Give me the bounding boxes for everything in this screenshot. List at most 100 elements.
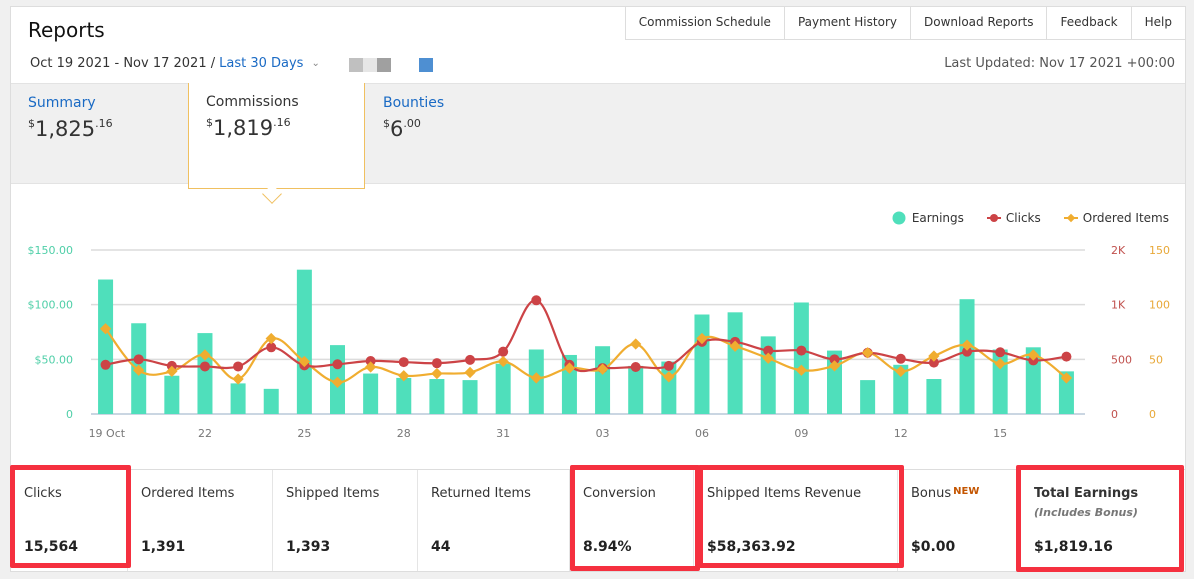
metric-value: 1,393: [286, 539, 331, 555]
tab-summary[interactable]: Summary $1,825.16: [11, 84, 188, 185]
y-left-tick-label: 0: [66, 408, 73, 421]
metric-value: 1,391: [141, 539, 186, 555]
metrics-row: Clicks 15,564 Ordered Items 1,391 Shippe…: [11, 469, 1185, 571]
swatch-gray: [349, 58, 363, 72]
x-tick-label: 12: [894, 427, 908, 440]
clicks-point: [398, 357, 409, 368]
ordered-items-point: [630, 338, 642, 350]
x-tick-label: 31: [496, 427, 510, 440]
nav-feedback[interactable]: Feedback: [1047, 6, 1132, 39]
legend-earnings[interactable]: Earnings: [892, 211, 964, 225]
earnings-bar: [926, 379, 942, 414]
clicks-line: [105, 299, 1067, 373]
metric-label: Bonus NEW: [911, 486, 980, 501]
x-tick-label: 25: [297, 427, 311, 440]
clicks-line-dot-icon: [986, 214, 1001, 222]
earnings-bar: [462, 380, 478, 414]
nav-download-reports[interactable]: Download Reports: [911, 6, 1048, 39]
ordered-items-point: [265, 332, 277, 345]
y-left-tick-label: $50.00: [35, 353, 74, 366]
clicks-point: [995, 347, 1006, 358]
tab-commissions[interactable]: Commissions $1,819.16: [188, 83, 365, 189]
x-tick-label: 28: [397, 427, 411, 440]
clicks-point: [1061, 351, 1072, 362]
y-right-clicks-tick-label: 0: [1111, 408, 1118, 421]
earnings-dot-icon: [892, 211, 906, 225]
clicks-point: [133, 354, 144, 365]
metric-sublabel: (Includes Bonus): [1034, 506, 1138, 519]
metric-returned-items: Returned Items 44: [418, 470, 570, 571]
y-left-tick-label: $150.00: [28, 244, 74, 257]
x-tick-label: 09: [794, 427, 808, 440]
clicks-point: [895, 353, 906, 364]
earnings-bar: [860, 380, 876, 414]
y-right-ordered-tick-label: 50: [1149, 353, 1163, 366]
nav-help[interactable]: Help: [1132, 6, 1186, 39]
metric-ordered-items: Ordered Items 1,391: [128, 470, 273, 571]
metric-label: Returned Items: [431, 486, 531, 501]
metric-label: Clicks: [24, 486, 62, 501]
clicks-point: [498, 346, 509, 357]
earnings-bar: [363, 373, 379, 414]
clicks-point: [465, 354, 476, 365]
legend-clicks[interactable]: Clicks: [986, 211, 1041, 225]
metric-value: 8.94%: [583, 539, 632, 555]
last-updated: Last Updated: Nov 17 2021 +00:00: [944, 56, 1175, 71]
earnings-bar: [296, 269, 312, 414]
x-tick-label: 06: [695, 427, 709, 440]
earnings-bar: [694, 314, 710, 414]
nav-commission-schedule[interactable]: Commission Schedule: [626, 6, 785, 39]
tab-bounties[interactable]: Bounties $6.00: [366, 84, 543, 185]
date-range-dropdown[interactable]: Last 30 Days: [219, 56, 303, 71]
tab-bounties-label: Bounties: [383, 95, 445, 111]
metric-bonus: Bonus NEW $0.00: [898, 470, 1021, 571]
y-right-ordered-tick-label: 100: [1149, 299, 1170, 312]
earnings-bar: [429, 379, 445, 414]
ordered-items-point: [232, 373, 244, 385]
redacted-swatches: [349, 58, 433, 72]
y-right-clicks-tick-label: 500: [1111, 353, 1132, 366]
metric-clicks: Clicks 15,564: [11, 470, 128, 571]
metric-total-earnings: Total Earnings (Includes Bonus) $1,819.1…: [1021, 470, 1185, 571]
chart-legend: Earnings Clicks Ordered Items: [870, 211, 1169, 225]
y-left-tick-label: $100.00: [28, 299, 74, 312]
y-right-clicks-tick-label: 2K: [1111, 244, 1126, 257]
ordered-items-line: [104, 328, 1068, 384]
top-nav: Commission Schedule Payment History Down…: [624, 6, 1186, 40]
ordered-line-diamond-icon: [1063, 213, 1078, 223]
x-tick-label: 19 Oct: [89, 427, 126, 440]
y-right-ordered-tick-label: 0: [1149, 408, 1156, 421]
date-range-text: Oct 19 2021 - Nov 17 2021 /: [30, 56, 216, 71]
earnings-bar: [595, 346, 611, 414]
legend-ordered-items[interactable]: Ordered Items: [1063, 211, 1169, 225]
metric-label: Conversion: [583, 486, 656, 501]
clicks-point: [332, 359, 343, 370]
metric-shipped-items-revenue: Shipped Items Revenue $58,363.92: [694, 470, 898, 571]
earnings-bar: [727, 312, 743, 414]
swatch-blue: [419, 58, 433, 72]
chevron-down-icon[interactable]: ⌄: [311, 58, 319, 69]
ordered-items-point: [861, 347, 874, 359]
tab-commissions-value: $1,819.16: [206, 116, 291, 140]
y-right-ordered-tick-label: 150: [1149, 244, 1170, 257]
swatch-dark: [377, 58, 391, 72]
report-tabs: Summary $1,825.16 Commissions $1,819.16 …: [11, 83, 1185, 189]
metric-conversion: Conversion 8.94%: [570, 470, 694, 571]
clicks-point: [630, 361, 641, 372]
nav-payment-history[interactable]: Payment History: [785, 6, 911, 39]
date-range-row: Oct 19 2021 - Nov 17 2021 / Last 30 Days…: [30, 56, 320, 71]
ordered-items-point: [431, 367, 443, 380]
metric-value: 44: [431, 539, 451, 555]
reports-panel: Reports Commission Schedule Payment Hist…: [10, 6, 1186, 572]
earnings-bar: [495, 363, 511, 414]
y-right-clicks-tick-label: 1K: [1111, 299, 1126, 312]
page-title: Reports: [28, 18, 105, 42]
metric-label: Total Earnings: [1034, 486, 1139, 501]
swatch-light: [363, 58, 377, 72]
tab-commissions-label: Commissions: [206, 94, 299, 110]
metric-shipped-items: Shipped Items 1,393: [273, 470, 418, 571]
tab-summary-label: Summary: [28, 95, 96, 111]
clicks-point: [796, 345, 807, 356]
clicks-point: [100, 359, 111, 370]
ordered-items-point: [464, 366, 476, 379]
